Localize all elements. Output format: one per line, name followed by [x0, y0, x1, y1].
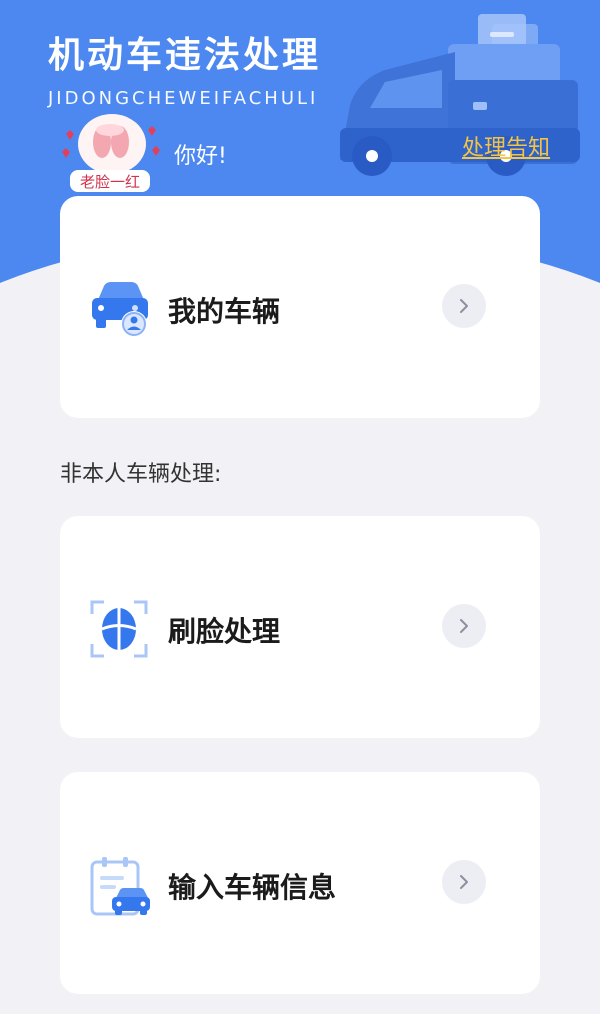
input-vehicle-label: 输入车辆信息: [168, 871, 337, 904]
page-subtitle: JIDONGCHEWEIFACHULI: [48, 88, 319, 109]
chevron-right-icon: [460, 299, 468, 313]
non-owner-section-label: 非本人车辆处理:: [60, 462, 222, 487]
input-vehicle-chevron[interactable]: [442, 860, 486, 904]
car-user-icon: [92, 282, 148, 337]
my-vehicle-card[interactable]: 我的车辆: [60, 196, 540, 418]
sticker-text: 老脸一红: [80, 173, 140, 191]
input-vehicle-card[interactable]: 输入车辆信息: [60, 772, 540, 994]
page-title: 机动车违法处理: [48, 35, 322, 76]
face-scan-icon: [90, 600, 148, 658]
face-processing-chevron[interactable]: [442, 604, 486, 648]
truck-illustration: [340, 14, 580, 176]
chevron-right-icon: [460, 619, 468, 633]
chevron-right-icon: [460, 875, 468, 889]
my-vehicle-label: 我的车辆: [168, 295, 281, 328]
face-processing-label: 刷脸处理: [168, 615, 281, 648]
clipboard-car-icon: [90, 857, 150, 916]
my-vehicle-chevron[interactable]: [442, 284, 486, 328]
processing-notice-link[interactable]: 处理告知: [462, 130, 550, 162]
face-processing-card[interactable]: 刷脸处理: [60, 516, 540, 738]
page: 机动车违法处理 JIDONGCHEWEIFACHULI 老脸一红 你好! 处理告…: [0, 0, 600, 1014]
greeting-text: 你好!: [174, 144, 227, 169]
blush-sticker-icon: 老脸一红: [62, 114, 160, 192]
